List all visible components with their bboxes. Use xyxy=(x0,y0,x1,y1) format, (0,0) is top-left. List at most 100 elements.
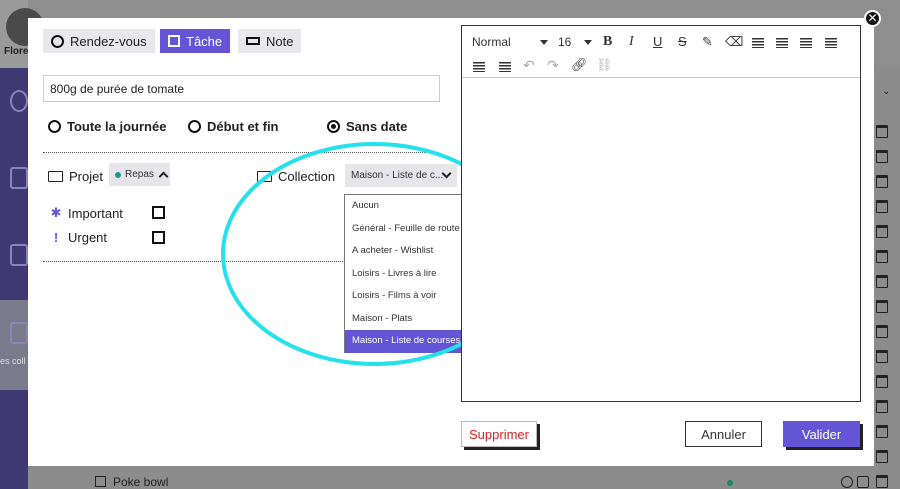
asterisk-icon: ✱ xyxy=(50,205,62,220)
close-icon[interactable]: ✕ xyxy=(864,10,881,27)
project-field: Projet xyxy=(48,169,103,184)
collection-option[interactable]: Général - Feuille de route xyxy=(345,218,469,241)
underline-icon[interactable]: U xyxy=(653,34,662,49)
trash-icon xyxy=(876,475,888,488)
project-value: Repas xyxy=(125,169,154,180)
align-right-icon[interactable] xyxy=(800,38,812,48)
rich-text-editor: Normal 16 B I U S ✎ ⌫ ↶ ↷ 🔗︎ ⛓︎ xyxy=(461,25,861,402)
type-label: Rendez-vous xyxy=(70,33,147,49)
target-icon xyxy=(10,90,28,112)
trash-icon xyxy=(876,250,888,263)
editor-toolbar: Normal 16 B I U S ✎ ⌫ ↶ ↷ 🔗︎ ⛓︎ xyxy=(462,26,860,78)
collection-field: Collection xyxy=(257,169,335,184)
time-option-label: Début et fin xyxy=(207,119,279,134)
important-label: Important xyxy=(68,205,123,221)
trash-icon xyxy=(876,150,888,163)
align-left-icon[interactable] xyxy=(752,38,764,48)
caret-down-icon xyxy=(540,39,548,45)
eraser-icon[interactable]: ⌫ xyxy=(725,34,743,50)
trash-icon xyxy=(876,275,888,288)
collection-option[interactable]: Loisirs - Films à voir xyxy=(345,285,469,308)
trash-icon xyxy=(876,450,888,463)
bg-user-name: Flore xyxy=(4,46,29,57)
important-checkbox[interactable] xyxy=(152,206,165,219)
collection-dropdown: Aucun Général - Feuille de route A achet… xyxy=(344,194,470,353)
radio-icon xyxy=(188,120,201,133)
important-row: ✱ Important xyxy=(50,205,123,221)
align-justify-icon[interactable] xyxy=(825,38,837,48)
radio-icon xyxy=(48,120,61,133)
trash-icon xyxy=(876,125,888,138)
caret-down-icon xyxy=(584,39,592,45)
italic-icon[interactable]: I xyxy=(629,34,634,50)
link-icon[interactable]: 🔗︎ xyxy=(571,57,588,73)
collection-select[interactable]: Maison - Liste de c... xyxy=(345,164,457,187)
collection-option-selected[interactable]: Maison - Liste de courses xyxy=(345,330,469,353)
type-tache-button[interactable]: Tâche xyxy=(160,29,231,53)
collection-label: Collection xyxy=(278,169,336,184)
delete-button[interactable]: Supprimer xyxy=(461,421,537,447)
time-option-no-date[interactable]: Sans date xyxy=(327,119,407,134)
half-circle-icon xyxy=(51,34,64,48)
trash-icon xyxy=(876,375,888,388)
project-select[interactable]: Repas xyxy=(109,163,170,186)
square-icon xyxy=(168,35,180,47)
collection-value: Maison - Liste de c... xyxy=(351,170,444,181)
type-note-button[interactable]: Note xyxy=(238,29,302,53)
exclamation-icon: ! xyxy=(53,230,59,245)
bg-sidebar xyxy=(0,68,28,489)
layers-icon xyxy=(10,244,28,266)
chevron-up-icon xyxy=(158,171,169,181)
time-option-all-day[interactable]: Toute la journée xyxy=(48,119,166,134)
collection-option[interactable]: Loisirs - Livres à lire xyxy=(345,263,469,286)
folder-icon xyxy=(48,171,63,182)
trash-icon xyxy=(876,325,888,338)
type-label: Tâche xyxy=(186,33,223,49)
cancel-button[interactable]: Annuler xyxy=(685,421,762,447)
format-value: Normal xyxy=(472,35,511,49)
trash-icon xyxy=(876,300,888,313)
trash-icon xyxy=(876,225,888,238)
calendar-icon xyxy=(10,167,28,189)
format-select[interactable]: Normal xyxy=(472,35,548,49)
status-dot xyxy=(727,480,733,486)
font-size-value: 16 xyxy=(558,35,572,49)
collection-option[interactable]: A acheter - Wishlist xyxy=(345,240,469,263)
trash-icon xyxy=(876,400,888,413)
align-center-icon[interactable] xyxy=(776,38,788,48)
radio-selected-icon xyxy=(327,120,340,133)
collection-option[interactable]: Maison - Plats xyxy=(345,308,469,331)
trash-icon xyxy=(876,350,888,363)
task-title-input[interactable] xyxy=(43,75,440,102)
bg-sidebar-label: es coll xyxy=(0,356,26,366)
collection-option[interactable]: Aucun xyxy=(345,195,469,218)
bold-icon[interactable]: B xyxy=(603,34,612,50)
urgent-row: ! Urgent xyxy=(50,230,107,245)
color-pen-icon[interactable]: ✎ xyxy=(702,34,713,50)
type-label: Note xyxy=(266,33,294,49)
project-label: Projet xyxy=(69,169,103,184)
time-option-label: Toute la journée xyxy=(67,119,167,134)
note-icon xyxy=(246,37,260,45)
redo-icon[interactable]: ↷ xyxy=(547,57,559,74)
bullet-list-icon[interactable] xyxy=(473,62,485,72)
unlink-icon[interactable]: ⛓︎ xyxy=(596,57,613,73)
clipboard-icon xyxy=(10,322,28,344)
bg-row-checkbox xyxy=(95,476,106,487)
copy-icon xyxy=(857,476,869,488)
strike-icon[interactable]: S xyxy=(678,34,687,49)
editor-content-area[interactable] xyxy=(462,79,860,401)
time-option-start-end[interactable]: Début et fin xyxy=(188,119,279,134)
time-option-label: Sans date xyxy=(346,119,408,134)
type-rendez-vous-button[interactable]: Rendez-vous xyxy=(43,29,155,53)
bg-sidebar-active-item xyxy=(0,300,28,390)
font-size-select[interactable]: 16 xyxy=(558,35,592,49)
urgent-checkbox[interactable] xyxy=(152,231,165,244)
urgent-label: Urgent xyxy=(68,230,108,245)
folder-icon xyxy=(257,171,272,182)
trash-icon xyxy=(876,425,888,438)
validate-button[interactable]: Valider xyxy=(783,421,860,447)
undo-icon[interactable]: ↶ xyxy=(523,57,535,74)
numbered-list-icon[interactable] xyxy=(499,62,511,72)
bg-row-label: Poke bowl xyxy=(113,475,169,489)
